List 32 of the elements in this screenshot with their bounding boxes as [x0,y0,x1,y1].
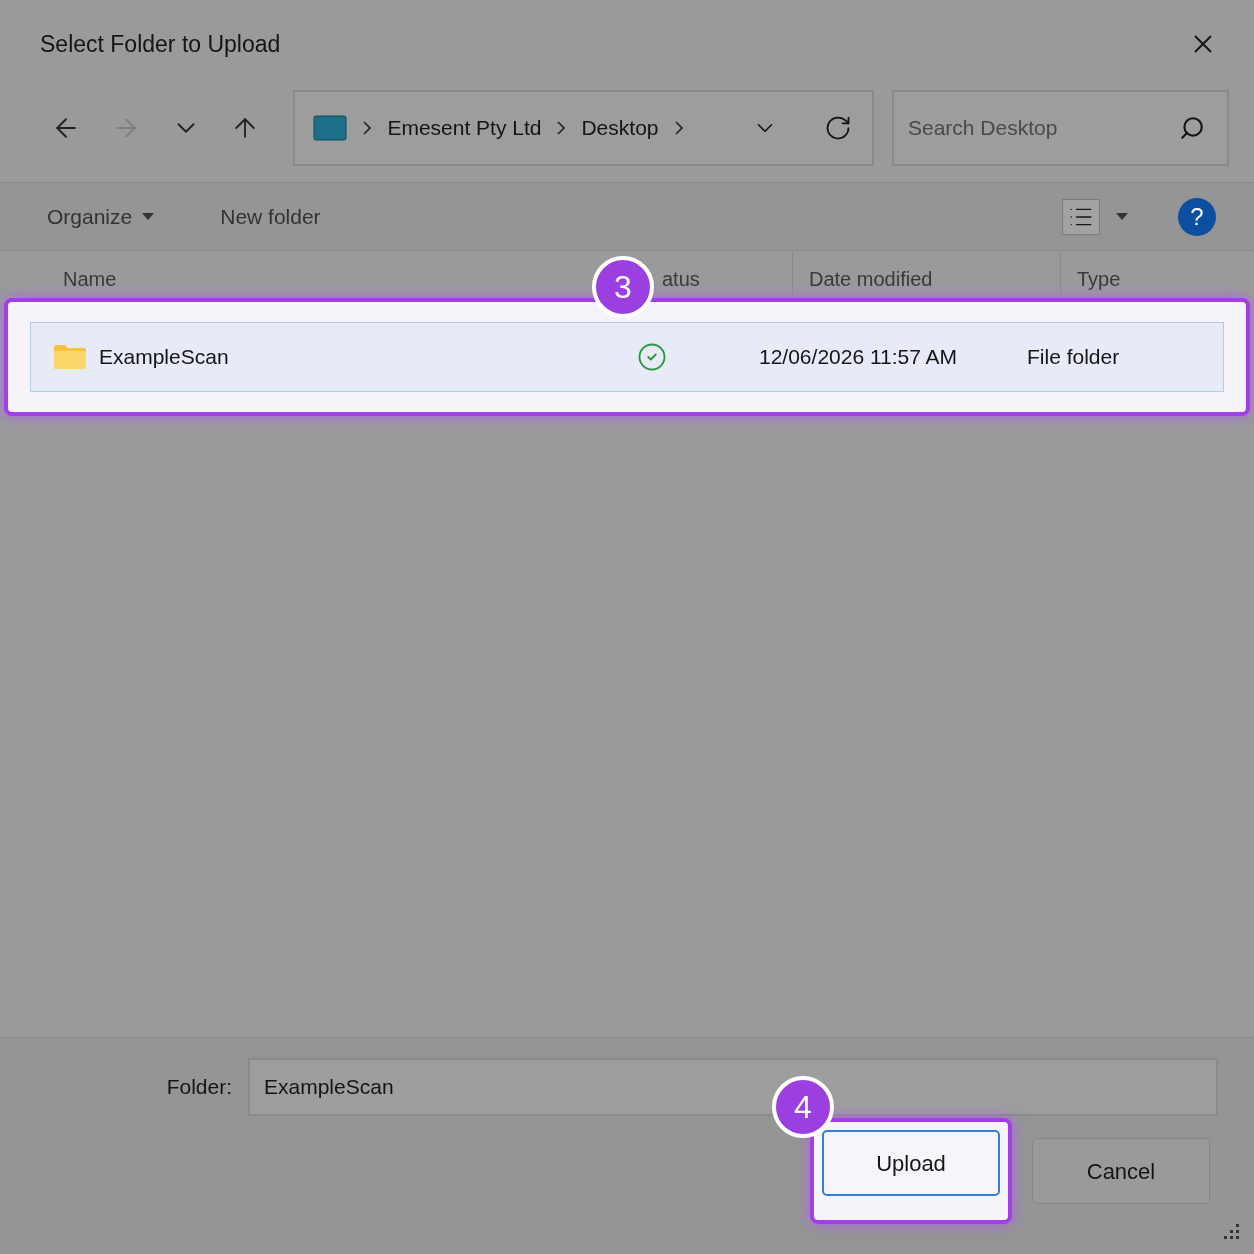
breadcrumb[interactable]: Emesent Pty Ltd [387,112,542,144]
cancel-button[interactable]: Cancel [1032,1138,1210,1204]
resize-grip-icon[interactable] [1224,1224,1240,1240]
column-header[interactable]: Name [63,268,117,290]
caret-icon[interactable] [1116,213,1128,220]
chevron-right-icon [674,121,683,135]
breadcrumb[interactable]: Desktop [581,112,659,144]
refresh-icon[interactable] [824,114,852,142]
column-header[interactable]: Type [1077,264,1121,294]
chevron-right-icon [557,121,566,135]
view-button[interactable] [1062,198,1100,235]
file-type: File folder [1027,344,1120,371]
window-title: Select Folder to Upload [40,29,281,59]
folder-icon [53,344,87,370]
step-badge: 3 [592,256,654,318]
search-box[interactable]: Search Desktop [892,90,1229,166]
file-row[interactable]: ExampleScan 12/06/2026 11:57 AM File folder [30,322,1224,392]
address-bar[interactable]: Emesent Pty Ltd Desktop [293,90,874,166]
monitor-icon [313,115,348,141]
upload-button[interactable]: Upload [822,1130,1000,1196]
help-button[interactable]: ? [1178,197,1216,236]
folder-label: Folder: [165,1074,233,1101]
file-name: ExampleScan [99,344,230,371]
chevron-right-icon [363,121,372,135]
column-header[interactable]: Date modified [809,264,933,294]
search-field[interactable]: Search Desktop [908,92,1179,164]
search-icon[interactable] [1179,115,1205,141]
new-folder-button[interactable]: New folder [220,200,321,233]
column-header[interactable]: atus [662,268,700,290]
date-modified: 12/06/2026 11:57 AM [759,344,959,371]
caret-icon [142,213,155,220]
organize-menu[interactable]: Organize [47,200,155,233]
